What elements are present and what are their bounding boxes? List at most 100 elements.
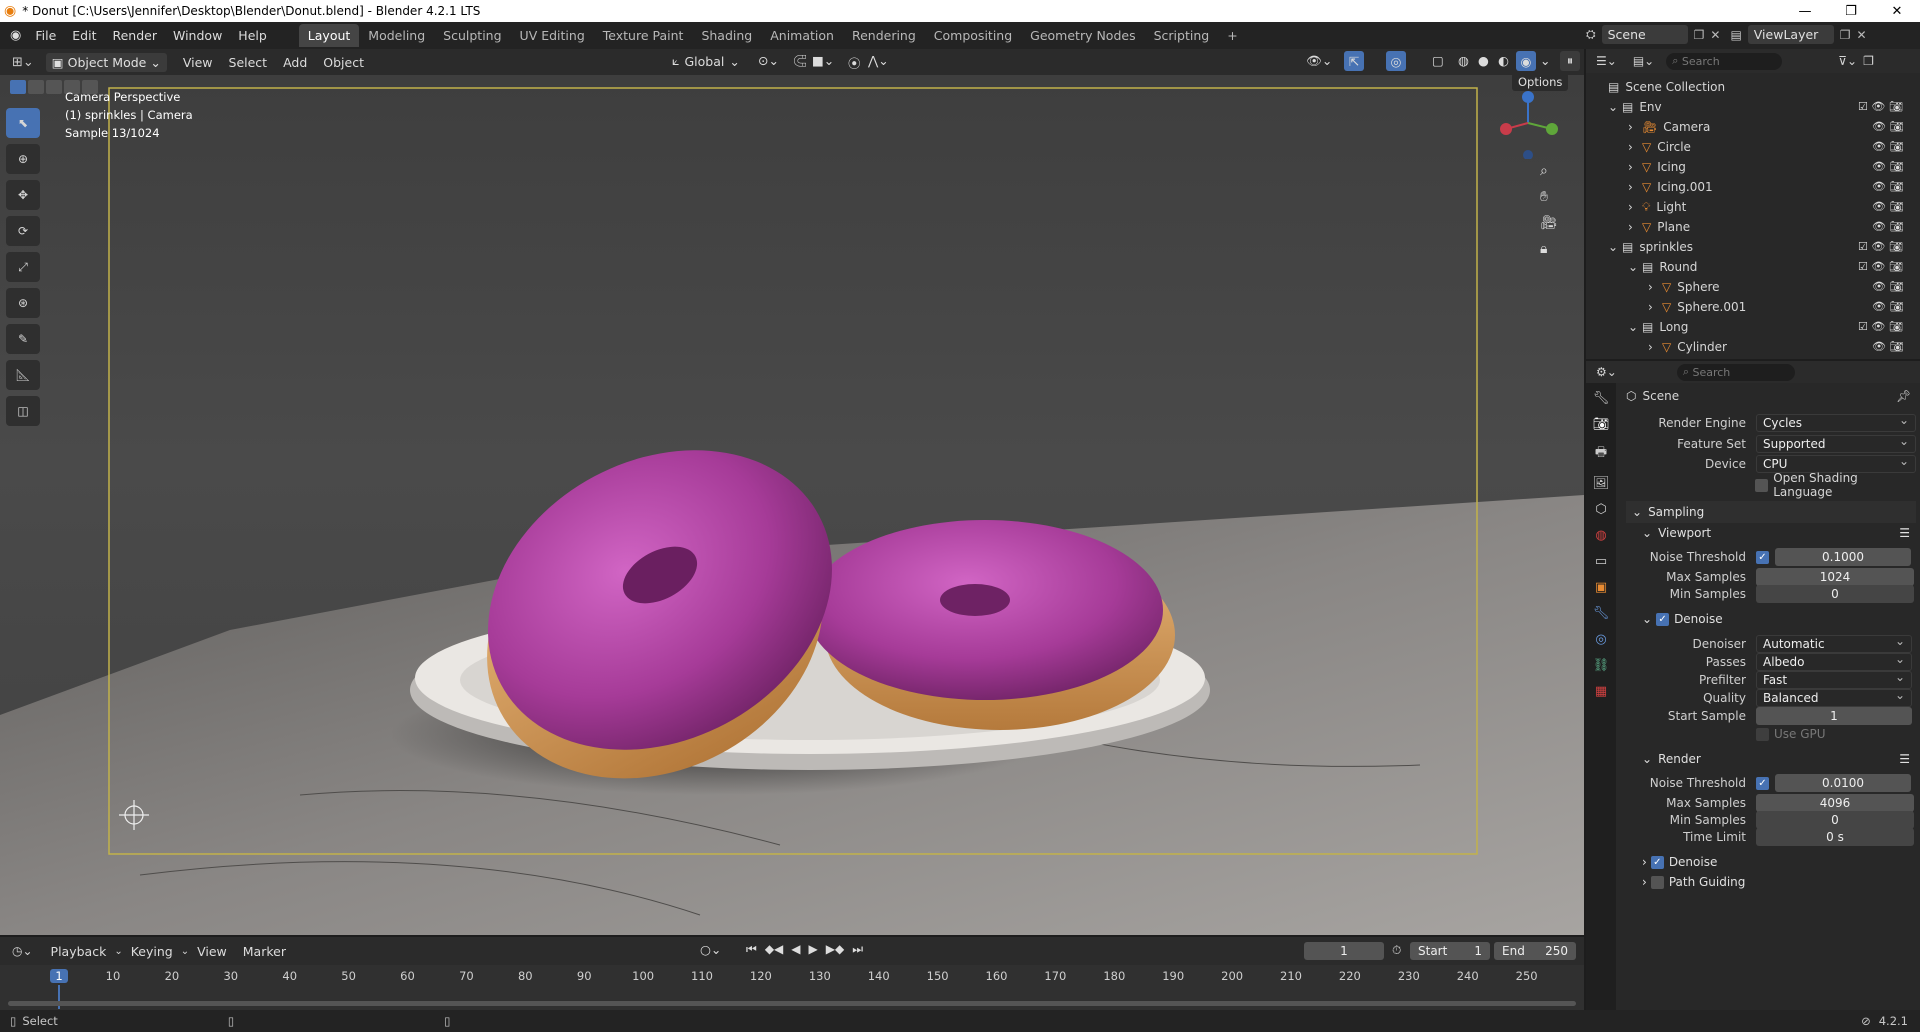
auto-keying-icon[interactable]: ○⌄	[700, 942, 721, 957]
delete-scene-icon[interactable]: ✕	[1710, 28, 1720, 42]
timeline[interactable]: 1 10 20 30 40 50 60 70 80 90 100 110 120 130 140 150 160…	[0, 965, 1584, 1010]
constraints-tab-icon[interactable]: ⛓︎	[1593, 658, 1610, 673]
select-box-tool[interactable]: ⬉	[6, 108, 40, 138]
visibility-toggle-row[interactable]: 👁︎ 📷︎	[1858, 137, 1918, 157]
pause-render-icon[interactable]: ⏸	[1560, 51, 1580, 71]
move-tool[interactable]: ✥	[6, 180, 40, 210]
use-gpu-checkbox[interactable]	[1756, 727, 1769, 741]
start-frame-field[interactable]: Start 1	[1410, 942, 1490, 960]
play-icon[interactable]: ▶	[809, 942, 818, 957]
render-denoise-subpanel-header[interactable]: › ✓ Denoise	[1642, 851, 1916, 873]
play-reverse-icon[interactable]: ◀	[791, 942, 800, 957]
tab-geometry-nodes[interactable]: Geometry Nodes	[1021, 24, 1144, 47]
visibility-toggle-row[interactable]: 👁︎ 📷︎	[1858, 177, 1918, 197]
timeline-scrollbar[interactable]	[8, 1001, 1576, 1006]
rendered-shading-icon[interactable]: ◉	[1516, 51, 1536, 71]
tab-scripting[interactable]: Scripting	[1145, 24, 1219, 47]
visibility-toggle-row[interactable]: 👁︎ 📷︎	[1858, 277, 1918, 297]
tab-sculpting[interactable]: Sculpting	[434, 24, 510, 47]
transform-orientation-dropdown[interactable]: ⟀ Global ⌄	[672, 53, 740, 69]
tab-texture-paint[interactable]: Texture Paint	[594, 24, 693, 47]
select-subtract-icon[interactable]	[46, 80, 62, 94]
transform-tool[interactable]: ⊛	[6, 288, 40, 318]
new-view-layer-icon[interactable]: ❐	[1840, 28, 1851, 42]
tab-layout[interactable]: Layout	[298, 24, 360, 47]
new-scene-icon[interactable]: ❐	[1694, 28, 1705, 42]
menu-view[interactable]: View	[175, 55, 221, 70]
wireframe-shading-icon[interactable]: ◍	[1458, 53, 1469, 68]
output-tab-icon[interactable]: 🖶︎	[1595, 443, 1607, 465]
visibility-toggle-row[interactable]: 👁︎ 📷︎	[1858, 117, 1918, 137]
outliner-scene-collection[interactable]: ▤ Scene Collection	[1586, 77, 1920, 97]
menu-select[interactable]: Select	[221, 55, 276, 70]
scene-tab-icon[interactable]: ⬡	[1595, 502, 1606, 517]
visibility-icon[interactable]: 👁︎⌄	[1306, 53, 1332, 69]
texture-tab-icon[interactable]: ▦	[1595, 684, 1607, 699]
tab-modeling[interactable]: Modeling	[359, 24, 434, 47]
snap-icon[interactable]: 🧲︎	[792, 53, 808, 69]
maximize-button[interactable]: ❐	[1828, 0, 1874, 22]
jump-start-icon[interactable]: ⏮	[746, 942, 757, 957]
material-shading-icon[interactable]: ◐	[1498, 53, 1509, 68]
proportional-edit-icon[interactable]: ⦿	[848, 53, 861, 72]
scene-icon[interactable]: ⛭	[1586, 27, 1596, 42]
filter-icon[interactable]: ⊽⌄	[1838, 54, 1857, 68]
cursor-tool[interactable]: ⊕	[6, 144, 40, 174]
menu-timeline-view[interactable]: View	[189, 944, 235, 959]
properties-search-input[interactable]: ⌕ Search	[1676, 363, 1795, 381]
visibility-toggle-row[interactable]: ☑ 👁︎ 📷︎	[1858, 237, 1918, 257]
visibility-toggle-row[interactable]: ☑ 👁︎ 📷︎	[1858, 257, 1918, 277]
sampling-panel-header[interactable]: ⌄ Sampling	[1626, 501, 1916, 523]
visibility-toggle-row[interactable]: ☑ 👁︎ 📷︎	[1858, 317, 1918, 337]
end-frame-field[interactable]: End 250	[1494, 942, 1576, 960]
view-layer-icon[interactable]: ▤	[1730, 28, 1741, 42]
world-tab-icon[interactable]: ◍	[1595, 528, 1606, 543]
view-layer-selector[interactable]: ViewLayer	[1747, 25, 1834, 44]
new-collection-icon[interactable]: ❐	[1863, 54, 1874, 68]
solid-shading-icon[interactable]: ●	[1478, 53, 1489, 68]
time-limit-field[interactable]: 0 s	[1756, 828, 1914, 846]
menu-file[interactable]: File	[27, 28, 64, 43]
falloff-icon[interactable]: ⋀⌄	[868, 53, 889, 68]
shading-options-icon[interactable]: ⌄	[1540, 53, 1550, 68]
tab-animation[interactable]: Animation	[761, 24, 843, 47]
menu-render[interactable]: Render	[104, 28, 165, 43]
select-extend-icon[interactable]	[28, 80, 44, 94]
visibility-toggle-row[interactable]: 👁︎ 📷︎	[1858, 157, 1918, 177]
r-noise-threshold-field[interactable]: 0.0100	[1775, 774, 1911, 792]
view-layer-tab-icon[interactable]: 🖼︎	[1593, 476, 1610, 491]
editor-type-icon[interactable]: ⊞⌄	[12, 55, 34, 70]
pivot-icon[interactable]: ⊙⌄	[758, 53, 779, 68]
vp-noise-threshold-field[interactable]: 0.1000	[1775, 548, 1911, 566]
osl-checkbox[interactable]	[1755, 478, 1769, 492]
render-subpanel-header[interactable]: ⌄ Render ☰	[1642, 748, 1916, 770]
menu-keying[interactable]: Keying	[123, 944, 181, 959]
blender-menu-icon[interactable]: ◉	[10, 28, 21, 43]
tab-shading[interactable]: Shading	[692, 24, 761, 47]
measure-tool[interactable]: 📐︎	[6, 360, 40, 390]
render-denoise-checkbox[interactable]: ✓	[1650, 855, 1664, 869]
scene-selector[interactable]: Scene	[1601, 25, 1688, 44]
feature-set-dropdown[interactable]: Supported	[1756, 434, 1916, 453]
jump-keyframe-forward-icon[interactable]: ▶◆	[826, 942, 844, 957]
properties-editor-icon[interactable]: ⚙⌄	[1596, 365, 1617, 379]
render-engine-dropdown[interactable]: Cycles	[1756, 413, 1916, 432]
menu-add[interactable]: Add	[275, 55, 315, 70]
display-mode-icon[interactable]: ▤⌄	[1633, 54, 1654, 68]
list-icon[interactable]: ☰	[1899, 752, 1910, 766]
outliner-search-input[interactable]: ⌕ Search	[1666, 52, 1783, 70]
r-noise-threshold-checkbox[interactable]: ✓	[1756, 776, 1769, 790]
tab-uv-editing[interactable]: UV Editing	[511, 24, 594, 47]
tool-tab-icon[interactable]: 🔧︎	[1593, 391, 1610, 406]
overlay-toggle-icon[interactable]: ◎	[1386, 51, 1406, 71]
xray-icon[interactable]: ▢	[1432, 53, 1444, 68]
camera-view-icon[interactable]: 🎥︎	[1540, 215, 1558, 231]
outliner-editor-icon[interactable]: ☰⌄	[1596, 54, 1617, 68]
tab-compositing[interactable]: Compositing	[925, 24, 1021, 47]
visibility-toggle-row[interactable]: ☑ 👁︎ 📷︎	[1858, 97, 1918, 117]
path-guiding-checkbox[interactable]	[1650, 875, 1664, 889]
scale-tool[interactable]: ⤢	[6, 252, 40, 282]
visibility-toggle-row[interactable]: 👁︎ 📷︎	[1858, 297, 1918, 317]
delete-view-layer-icon[interactable]: ✕	[1857, 28, 1867, 42]
hand-icon[interactable]: ✋︎	[1540, 189, 1558, 205]
